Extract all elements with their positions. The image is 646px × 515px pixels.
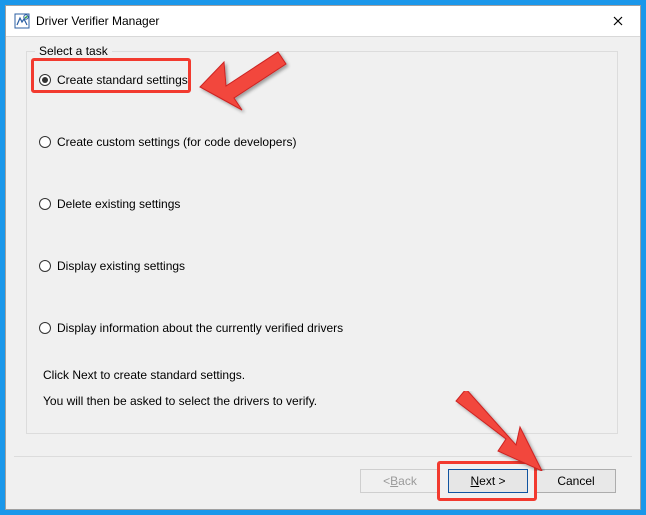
hint-text: Click Next to create standard settings. … [43,365,317,411]
hint-line: You will then be asked to select the dri… [43,391,317,411]
radio-icon [39,74,51,86]
hint-line: Click Next to create standard settings. [43,365,317,385]
radio-label: Create standard settings [57,73,188,87]
radio-delete-existing[interactable]: Delete existing settings [39,194,605,214]
radio-label: Delete existing settings [57,197,180,211]
window-title: Driver Verifier Manager [36,14,595,28]
radio-display-info[interactable]: Display information about the currently … [39,318,605,338]
radio-create-standard[interactable]: Create standard settings [39,70,605,90]
radio-create-custom[interactable]: Create custom settings (for code develop… [39,132,605,152]
radio-icon [39,260,51,272]
radio-label: Display information about the currently … [57,321,343,335]
radio-icon [39,322,51,334]
radio-display-existing[interactable]: Display existing settings [39,256,605,276]
wizard-buttons: < Back Next > Cancel [360,469,616,493]
cancel-button[interactable]: Cancel [536,469,616,493]
title-bar: Driver Verifier Manager [6,6,640,37]
radio-label: Display existing settings [57,259,185,273]
task-panel: Select a task Create standard settings C… [26,51,618,434]
next-button[interactable]: Next > [448,469,528,493]
radio-icon [39,198,51,210]
radio-label: Create custom settings (for code develop… [57,135,296,149]
separator [14,456,632,457]
content-area: Select a task Create standard settings C… [6,37,640,509]
radio-icon [39,136,51,148]
close-button[interactable] [595,6,640,36]
back-button: < Back [360,469,440,493]
panel-heading: Select a task [35,44,112,58]
app-icon [14,13,30,29]
dialog-window: Driver Verifier Manager Select a task Cr… [5,5,641,510]
